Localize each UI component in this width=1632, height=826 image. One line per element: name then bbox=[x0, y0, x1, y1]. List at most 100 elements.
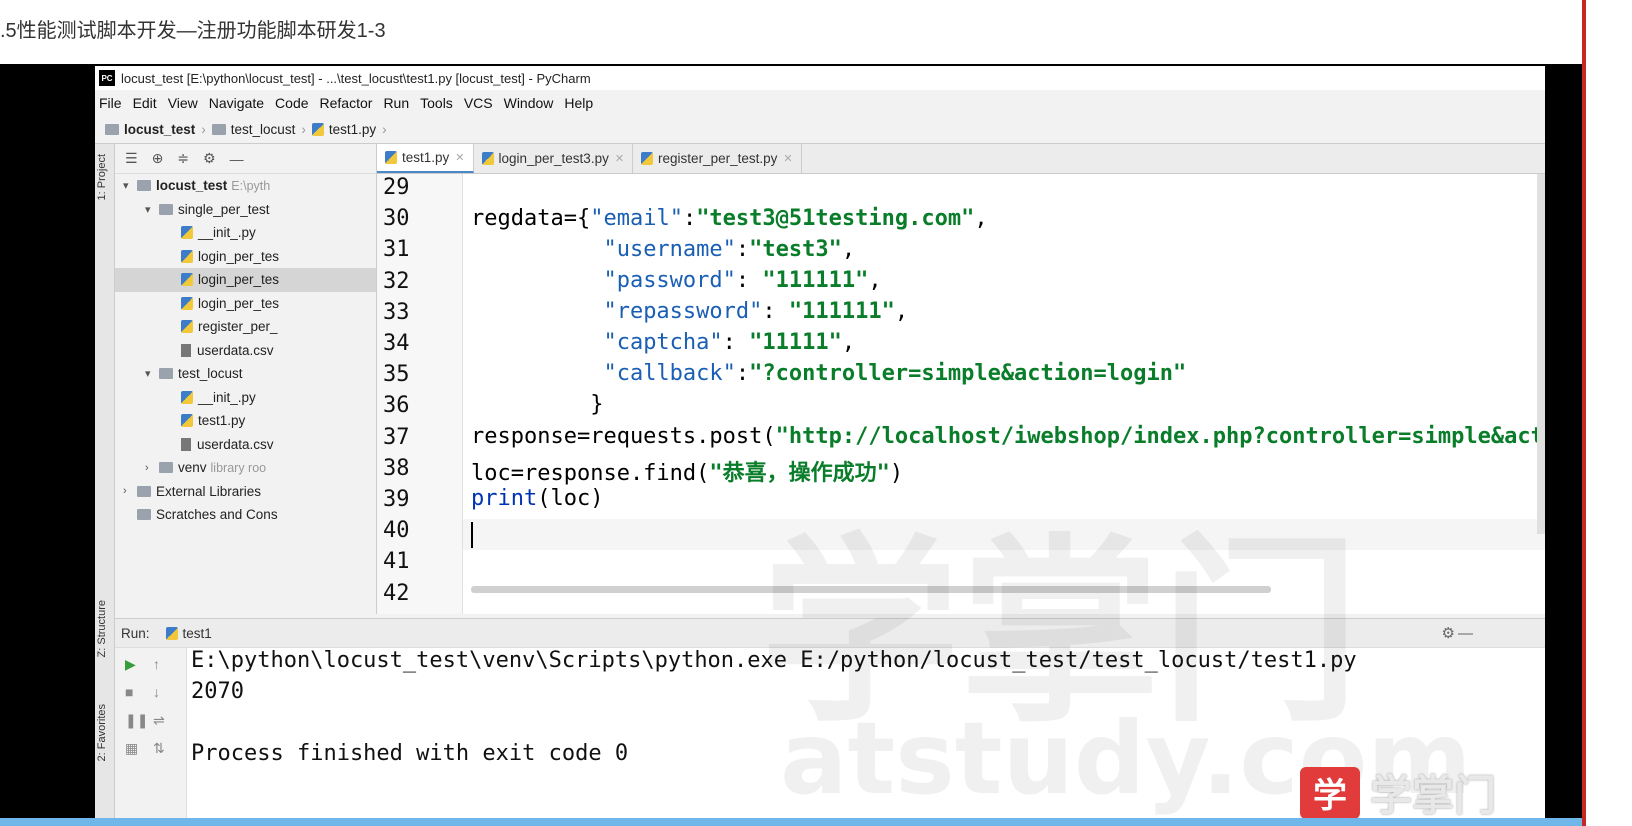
close-icon[interactable]: ✕ bbox=[615, 152, 624, 165]
tree-item[interactable]: ▾ single_per_test bbox=[115, 198, 376, 222]
code-line: loc=response.find("恭喜，操作成功") bbox=[471, 461, 904, 486]
close-icon[interactable]: ✕ bbox=[783, 152, 792, 165]
menu-refactor[interactable]: Refactor bbox=[320, 95, 373, 111]
layout-icon[interactable]: ▦ bbox=[125, 740, 138, 757]
code-line: "password": "111111", bbox=[603, 268, 882, 293]
stop-icon[interactable]: ■ bbox=[125, 684, 133, 700]
tree-item[interactable]: test1.py bbox=[115, 409, 376, 433]
menu-file[interactable]: File bbox=[99, 95, 122, 111]
locate-icon[interactable]: ⊕ bbox=[152, 150, 164, 167]
close-icon[interactable]: ✕ bbox=[455, 151, 464, 164]
chevron-icon[interactable]: › bbox=[123, 485, 137, 497]
text-caret bbox=[471, 522, 473, 548]
tree-item[interactable]: login_per_tes bbox=[115, 245, 376, 269]
tree-item-label: __init_.py bbox=[198, 225, 256, 241]
tree-item[interactable]: login_per_tes bbox=[115, 292, 376, 316]
tree-item[interactable]: login_per_tes bbox=[115, 268, 376, 292]
gear-icon[interactable]: ⚙ bbox=[203, 150, 216, 167]
tree-item[interactable]: userdata.csv bbox=[115, 433, 376, 457]
breadcrumb-file[interactable]: test1.py bbox=[311, 122, 376, 137]
project-tool-tab[interactable]: 1: Project bbox=[96, 154, 108, 200]
chevron-icon[interactable]: ▾ bbox=[123, 179, 137, 192]
horizontal-scrollbar[interactable] bbox=[471, 586, 1271, 593]
python-file-icon bbox=[181, 414, 193, 428]
python-file-icon bbox=[181, 390, 193, 404]
code-line: "username":"test3", bbox=[603, 237, 856, 262]
pause-icon[interactable]: ❚❚ bbox=[125, 712, 148, 729]
window-titlebar: PC locust_test [E:\python\locust_test] -… bbox=[95, 66, 1545, 90]
tree-item-label: userdata.csv bbox=[197, 436, 274, 452]
python-file-icon bbox=[165, 626, 178, 640]
tree-item[interactable]: register_per_ bbox=[115, 315, 376, 339]
sort-icon[interactable]: ⇅ bbox=[153, 740, 165, 757]
line-number: 32 bbox=[383, 268, 410, 294]
line-number: 42 bbox=[383, 580, 410, 606]
breadcrumb-project[interactable]: locust_test bbox=[105, 122, 195, 137]
chevron-icon[interactable]: › bbox=[145, 462, 159, 474]
minimize-icon[interactable]: — bbox=[230, 151, 244, 167]
tree-item[interactable]: __init_.py bbox=[115, 221, 376, 245]
tab-register-per-test[interactable]: register_per_test.py ✕ bbox=[633, 144, 802, 173]
page-title: .5性能测试脚本开发—注册功能脚本研发1-3 bbox=[0, 20, 386, 42]
brand-logo-text: 学掌门 bbox=[1370, 772, 1497, 819]
line-number: 38 bbox=[383, 455, 410, 481]
line-number: 31 bbox=[383, 237, 410, 263]
collapse-icon[interactable]: ≑ bbox=[177, 150, 189, 167]
code-line: } bbox=[590, 392, 604, 417]
chevron-icon[interactable]: ▾ bbox=[145, 203, 159, 216]
tree-item-path: E:\pyth bbox=[231, 178, 271, 193]
project-toolbar: ☰ ⊕ ≑ ⚙ — bbox=[115, 144, 376, 174]
code-line: "captcha": "11111", bbox=[603, 330, 856, 355]
menu-view[interactable]: View bbox=[168, 95, 198, 111]
project-view-icon[interactable]: ☰ bbox=[125, 150, 138, 167]
csv-file-icon bbox=[181, 437, 191, 451]
tree-item-label: __init_.py bbox=[198, 389, 256, 405]
tree-item[interactable]: userdata.csv bbox=[115, 339, 376, 363]
menu-help[interactable]: Help bbox=[564, 95, 593, 111]
line-number: 37 bbox=[383, 424, 410, 450]
menu-bar: File Edit View Navigate Code Refactor Ru… bbox=[95, 90, 1545, 116]
tree-item[interactable]: › venv library roo bbox=[115, 456, 376, 480]
menu-window[interactable]: Window bbox=[504, 95, 554, 111]
breadcrumb: locust_test › test_locust › test1.py › bbox=[95, 116, 1545, 144]
run-tab-test1[interactable]: test1 bbox=[165, 626, 212, 641]
soft-wrap-icon[interactable]: ⇌ bbox=[153, 712, 165, 729]
line-number: 29 bbox=[383, 175, 410, 200]
minimize-icon[interactable]: — bbox=[1458, 625, 1473, 642]
tab-login-per-test3[interactable]: login_per_test3.py ✕ bbox=[474, 144, 634, 173]
tree-item[interactable]: Scratches and Cons bbox=[115, 503, 376, 527]
line-number: 30 bbox=[383, 206, 410, 232]
folder-icon bbox=[105, 124, 119, 135]
console-line: E:\python\locust_test\venv\Scripts\pytho… bbox=[191, 648, 1357, 673]
menu-tools[interactable]: Tools bbox=[420, 95, 453, 111]
tree-item[interactable]: ▾ locust_test E:\pyth bbox=[115, 174, 376, 198]
menu-run[interactable]: Run bbox=[383, 95, 409, 111]
structure-tool-tab[interactable]: Z: Structure bbox=[96, 600, 108, 657]
breadcrumb-folder[interactable]: test_locust bbox=[211, 122, 295, 137]
favorites-tool-tab[interactable]: 2: Favorites bbox=[96, 704, 108, 761]
pycharm-window: PC locust_test [E:\python\locust_test] -… bbox=[95, 66, 1545, 826]
menu-code[interactable]: Code bbox=[275, 95, 308, 111]
chevron-icon[interactable]: ▾ bbox=[145, 367, 159, 380]
line-number: 41 bbox=[383, 549, 410, 575]
tree-item[interactable]: ▾ test_locust bbox=[115, 362, 376, 386]
console-line: 2070 bbox=[191, 679, 244, 704]
tree-item[interactable]: › External Libraries bbox=[115, 480, 376, 504]
code-line: regdata={"email":"test3@51testing.com", bbox=[471, 206, 988, 231]
line-number: 35 bbox=[383, 362, 410, 388]
tree-item[interactable]: __init_.py bbox=[115, 386, 376, 410]
python-file-icon bbox=[181, 273, 193, 287]
tree-item-label: External Libraries bbox=[156, 483, 262, 499]
gear-icon[interactable]: ⚙ bbox=[1442, 624, 1455, 642]
folder-icon bbox=[159, 462, 173, 474]
tree-item-label: Scratches and Cons bbox=[156, 507, 278, 523]
tab-test1[interactable]: test1.py ✕ bbox=[377, 144, 474, 173]
down-arrow-icon[interactable]: ↓ bbox=[153, 684, 160, 700]
menu-navigate[interactable]: Navigate bbox=[209, 95, 264, 111]
code-editor[interactable]: 29 30 31 32 33 34 35 36 37 38 39 40 41 42 regdata={"e… bbox=[377, 174, 1545, 614]
menu-edit[interactable]: Edit bbox=[133, 95, 157, 111]
menu-vcs[interactable]: VCS bbox=[464, 95, 493, 111]
rerun-icon[interactable]: ▶ bbox=[125, 656, 136, 673]
vertical-scrollbar[interactable] bbox=[1537, 174, 1545, 534]
up-arrow-icon[interactable]: ↑ bbox=[153, 656, 160, 672]
